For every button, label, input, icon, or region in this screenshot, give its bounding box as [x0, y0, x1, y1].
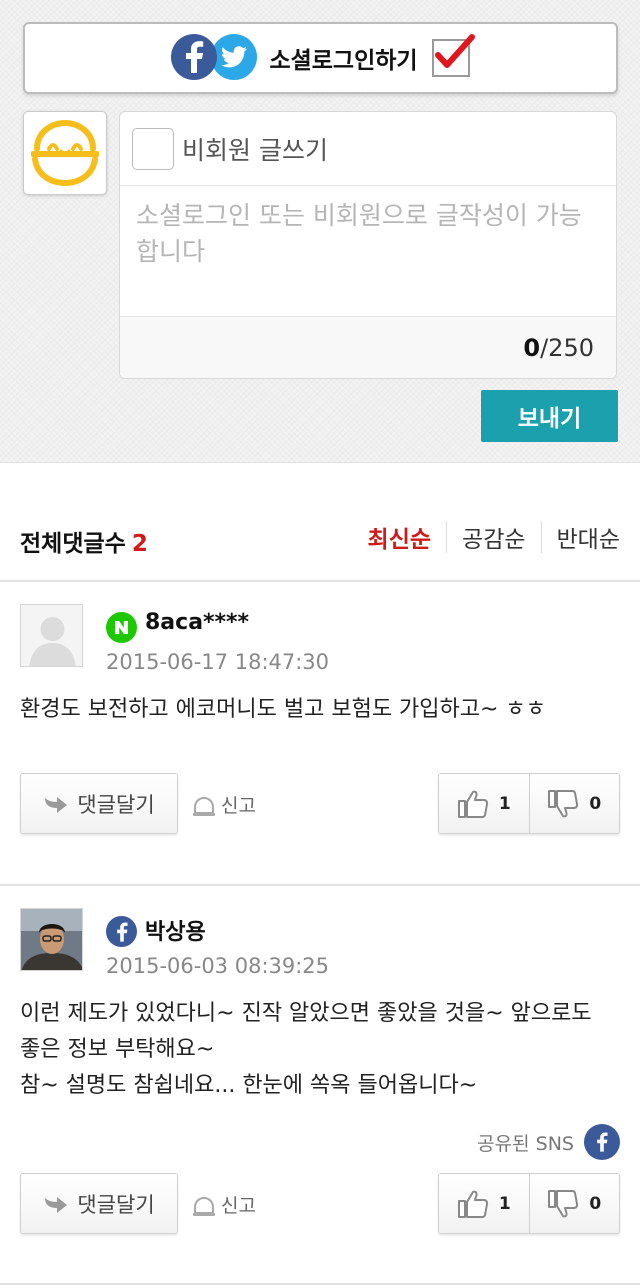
guest-write-row[interactable]: 비회원 글쓰기 [120, 112, 616, 186]
comment-body: 이런 제도가 있었다니~ 진작 알았으면 좋았을 것을~ 앞으로도 좋은 정보 … [20, 996, 620, 1104]
vote-group: 1 0 [438, 773, 620, 834]
thumbs-down-icon [548, 789, 579, 817]
comment-list-header: 전체댓글수 2 최신순 공감순 반대순 [0, 510, 640, 582]
social-login-label: 소셜로그인하기 [269, 48, 418, 74]
comment-author: 8aca**** [145, 610, 250, 635]
facebook-icon [171, 34, 218, 80]
sns-logos [171, 34, 258, 82]
my-avatar [23, 111, 107, 195]
thumbs-up-icon [457, 790, 488, 818]
comment-write-area: 소셜로그인하기 비회원 글쓰기 0 /250 보내기 [0, 0, 640, 463]
divider [446, 521, 448, 553]
report-link[interactable]: 신고 [191, 1191, 256, 1218]
facebook-icon [584, 1124, 620, 1160]
comment-text-line: 환경도 보전하고 에코머니도 벌고 보험도 가입하고~ ㅎㅎ [20, 697, 546, 722]
dislike-button[interactable]: 0 [528, 1174, 619, 1233]
comment-item: 8aca**** 2015-06-17 18:47:30 환경도 보전하고 에코… [0, 584, 640, 886]
naver-icon [106, 612, 137, 643]
sort-tab-likes[interactable]: 공감순 [462, 520, 525, 554]
thumbs-up-icon [457, 1190, 488, 1218]
comment-author: 박상용 [145, 920, 206, 945]
comment-text-line: 이런 제도가 있었다니~ 진작 알았으면 좋았을 것을~ 앞으로도 좋은 정보 … [20, 1001, 592, 1062]
like-button[interactable]: 1 [439, 774, 529, 833]
social-login-button[interactable]: 소셜로그인하기 [23, 22, 618, 94]
reply-label: 댓글달기 [77, 1192, 155, 1217]
comment-date: 2015-06-17 18:47:30 [106, 650, 330, 674]
like-button[interactable]: 1 [439, 1174, 529, 1233]
comment-item: 박상용 2015-06-03 08:39:25 이런 제도가 있었다니~ 진작 … [0, 888, 640, 1285]
dislike-button[interactable]: 0 [528, 774, 619, 833]
total-comments-count: 2 [131, 531, 148, 557]
default-user-icon [21, 605, 82, 666]
facebook-icon [106, 916, 137, 947]
report-link[interactable]: 신고 [191, 791, 256, 818]
report-label: 신고 [221, 795, 256, 817]
comment-write-box: 비회원 글쓰기 0 /250 [119, 111, 617, 379]
reply-arrow-icon [45, 1196, 68, 1213]
sort-tabs: 최신순 공감순 반대순 [368, 520, 620, 554]
comment-date: 2015-06-03 08:39:25 [106, 954, 330, 978]
shared-sns: 공유된 SNS [477, 1124, 620, 1160]
report-label: 신고 [221, 1195, 256, 1217]
comment-textarea[interactable] [120, 186, 616, 318]
avatar [20, 604, 83, 667]
dislike-count: 0 [589, 793, 602, 814]
char-count-max: /250 [540, 333, 594, 362]
siren-icon [193, 1196, 215, 1216]
divider [540, 521, 542, 553]
sort-tab-dislikes[interactable]: 반대순 [557, 520, 620, 554]
sort-tab-latest[interactable]: 최신순 [368, 520, 431, 554]
twitter-icon [211, 34, 258, 80]
like-count: 1 [498, 1193, 511, 1214]
send-button[interactable]: 보내기 [481, 390, 618, 442]
reply-button[interactable]: 댓글달기 [20, 773, 178, 834]
char-counter: 0 /250 [120, 316, 616, 378]
checkmark-icon [431, 34, 475, 77]
siren-icon [193, 796, 215, 816]
reply-label: 댓글달기 [77, 792, 155, 817]
guest-write-checkbox[interactable] [132, 127, 174, 170]
thumbs-down-icon [548, 1189, 579, 1217]
guest-write-label: 비회원 글쓰기 [182, 135, 328, 165]
like-count: 1 [498, 793, 511, 814]
dislike-count: 0 [589, 1193, 602, 1214]
vote-group: 1 0 [438, 1173, 620, 1234]
reply-arrow-icon [45, 796, 68, 813]
smiley-avatar-icon [31, 119, 99, 187]
comment-text-line: 참~ 설명도 참쉽네요... 한눈에 쏙옥 들어옵니다~ [20, 1073, 478, 1098]
shared-sns-label: 공유된 SNS [477, 1132, 574, 1155]
avatar [20, 908, 83, 971]
total-comments: 전체댓글수 2 [20, 524, 148, 558]
comment-body: 환경도 보전하고 에코머니도 벌고 보험도 가입하고~ ㅎㅎ [20, 692, 620, 728]
char-count-current: 0 [523, 333, 541, 362]
reply-button[interactable]: 댓글달기 [20, 1173, 178, 1234]
user-photo-icon [21, 909, 82, 970]
total-comments-label: 전체댓글수 [20, 531, 126, 557]
